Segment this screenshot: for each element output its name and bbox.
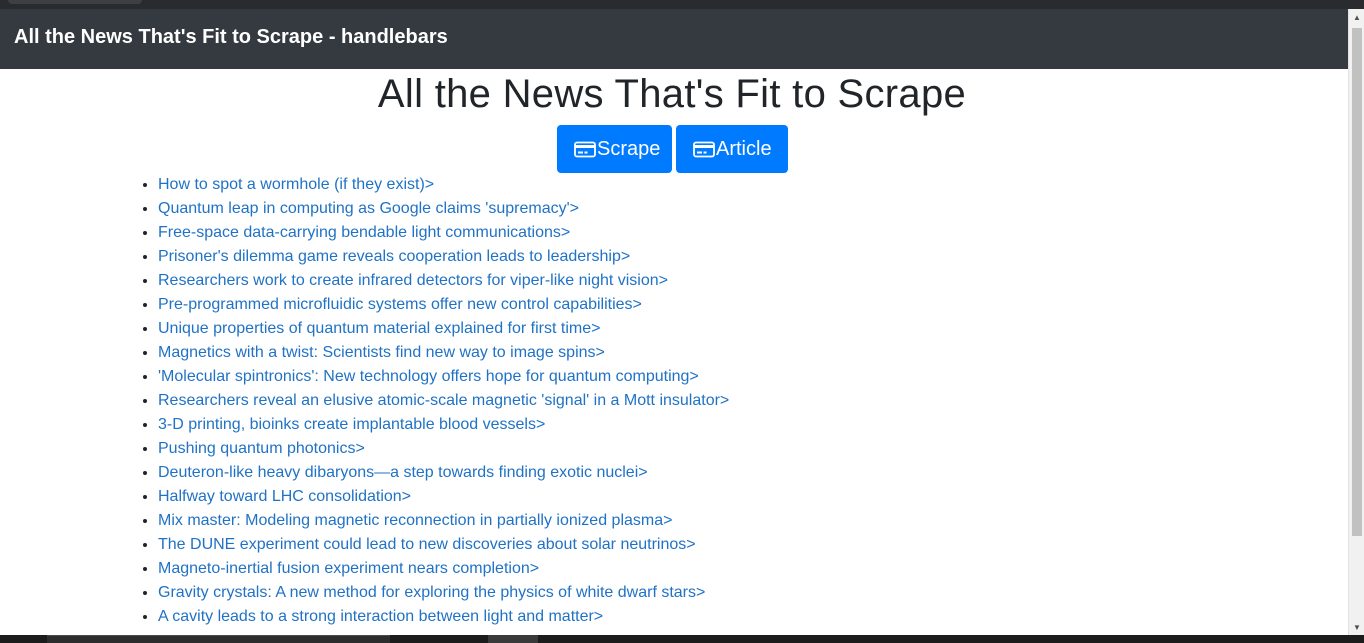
taskbar-search[interactable] xyxy=(47,635,390,643)
list-item: A cavity leads to a strong interaction b… xyxy=(158,605,729,629)
article-link[interactable]: Prisoner's dilemma game reveals cooperat… xyxy=(158,248,630,265)
article-link[interactable]: Quantum leap in computing as Google clai… xyxy=(158,200,579,217)
list-item: Quantum leap in computing as Google clai… xyxy=(158,197,729,221)
article-list: How to spot a wormhole (if they exist)> … xyxy=(158,173,729,629)
list-item: Deuteron-like heavy dibaryons—a step tow… xyxy=(158,461,729,485)
list-item: Free-space data-carrying bendable light … xyxy=(158,221,729,245)
article-link[interactable]: 3-D printing, bioinks create implantable… xyxy=(158,416,545,433)
navbar-brand[interactable]: All the News That's Fit to Scrape - hand… xyxy=(14,26,448,49)
article-button-label: Article xyxy=(716,137,772,160)
article-link[interactable]: Deuteron-like heavy dibaryons—a step tow… xyxy=(158,464,648,481)
article-link[interactable]: Halfway toward LHC consolidation> xyxy=(158,488,411,505)
browser-top-strip xyxy=(0,0,1364,9)
list-item: How to spot a wormhole (if they exist)> xyxy=(158,173,729,197)
list-item: The DUNE experiment could lead to new di… xyxy=(158,533,729,557)
list-item: Magnetics with a twist: Scientists find … xyxy=(158,341,729,365)
list-item: Researchers reveal an elusive atomic-sca… xyxy=(158,389,729,413)
article-link[interactable]: How to spot a wormhole (if they exist)> xyxy=(158,176,434,193)
list-item: 3-D printing, bioinks create implantable… xyxy=(158,413,729,437)
article-link[interactable]: Researchers work to create infrared dete… xyxy=(158,272,668,289)
scroll-up-arrow-icon[interactable]: ▲ xyxy=(1349,9,1364,26)
list-item: Prisoner's dilemma game reveals cooperat… xyxy=(158,245,729,269)
list-item: Halfway toward LHC consolidation> xyxy=(158,485,729,509)
list-item: Gravity crystals: A new method for explo… xyxy=(158,581,729,605)
vertical-scrollbar[interactable]: ▲ ▼ xyxy=(1348,9,1364,636)
article-link[interactable]: A cavity leads to a strong interaction b… xyxy=(158,608,603,625)
scrape-button[interactable]: Scrape xyxy=(557,125,672,173)
article-button[interactable]: Article xyxy=(676,125,788,173)
article-link[interactable]: Gravity crystals: A new method for explo… xyxy=(158,584,705,601)
list-item: Researchers work to create infrared dete… xyxy=(158,269,729,293)
article-link[interactable]: Pushing quantum photonics> xyxy=(158,440,365,457)
main-content: All the News That's Fit to Scrape Scrape… xyxy=(0,69,1348,636)
credit-card-icon xyxy=(574,141,596,157)
page-title: All the News That's Fit to Scrape xyxy=(377,72,967,116)
list-item: Pre-programmed microfluidic systems offe… xyxy=(158,293,729,317)
list-item: 'Molecular spintronics': New technology … xyxy=(158,365,729,389)
browser-tab[interactable] xyxy=(8,0,142,4)
os-taskbar xyxy=(0,635,1364,643)
article-link[interactable]: The DUNE experiment could lead to new di… xyxy=(158,536,696,553)
scroll-down-arrow-icon[interactable]: ▼ xyxy=(1349,619,1364,636)
article-link[interactable]: Pre-programmed microfluidic systems offe… xyxy=(158,296,642,313)
scrape-button-label: Scrape xyxy=(597,137,661,160)
article-link[interactable]: 'Molecular spintronics': New technology … xyxy=(158,368,699,385)
article-link[interactable]: Magnetics with a twist: Scientists find … xyxy=(158,344,605,361)
scrollbar-thumb[interactable] xyxy=(1352,28,1362,536)
credit-card-icon xyxy=(693,141,715,157)
list-item: Pushing quantum photonics> xyxy=(158,437,729,461)
taskbar-app-button[interactable] xyxy=(488,635,538,643)
list-item: Mix master: Modeling magnetic reconnecti… xyxy=(158,509,729,533)
article-link[interactable]: Unique properties of quantum material ex… xyxy=(158,320,600,337)
article-link[interactable]: Mix master: Modeling magnetic reconnecti… xyxy=(158,512,672,529)
article-link[interactable]: Free-space data-carrying bendable light … xyxy=(158,224,570,241)
list-item: Unique properties of quantum material ex… xyxy=(158,317,729,341)
navbar: All the News That's Fit to Scrape - hand… xyxy=(0,9,1348,69)
article-link[interactable]: Researchers reveal an elusive atomic-sca… xyxy=(158,392,729,409)
article-link[interactable]: Magneto-inertial fusion experiment nears… xyxy=(158,560,539,577)
list-item: Magneto-inertial fusion experiment nears… xyxy=(158,557,729,581)
